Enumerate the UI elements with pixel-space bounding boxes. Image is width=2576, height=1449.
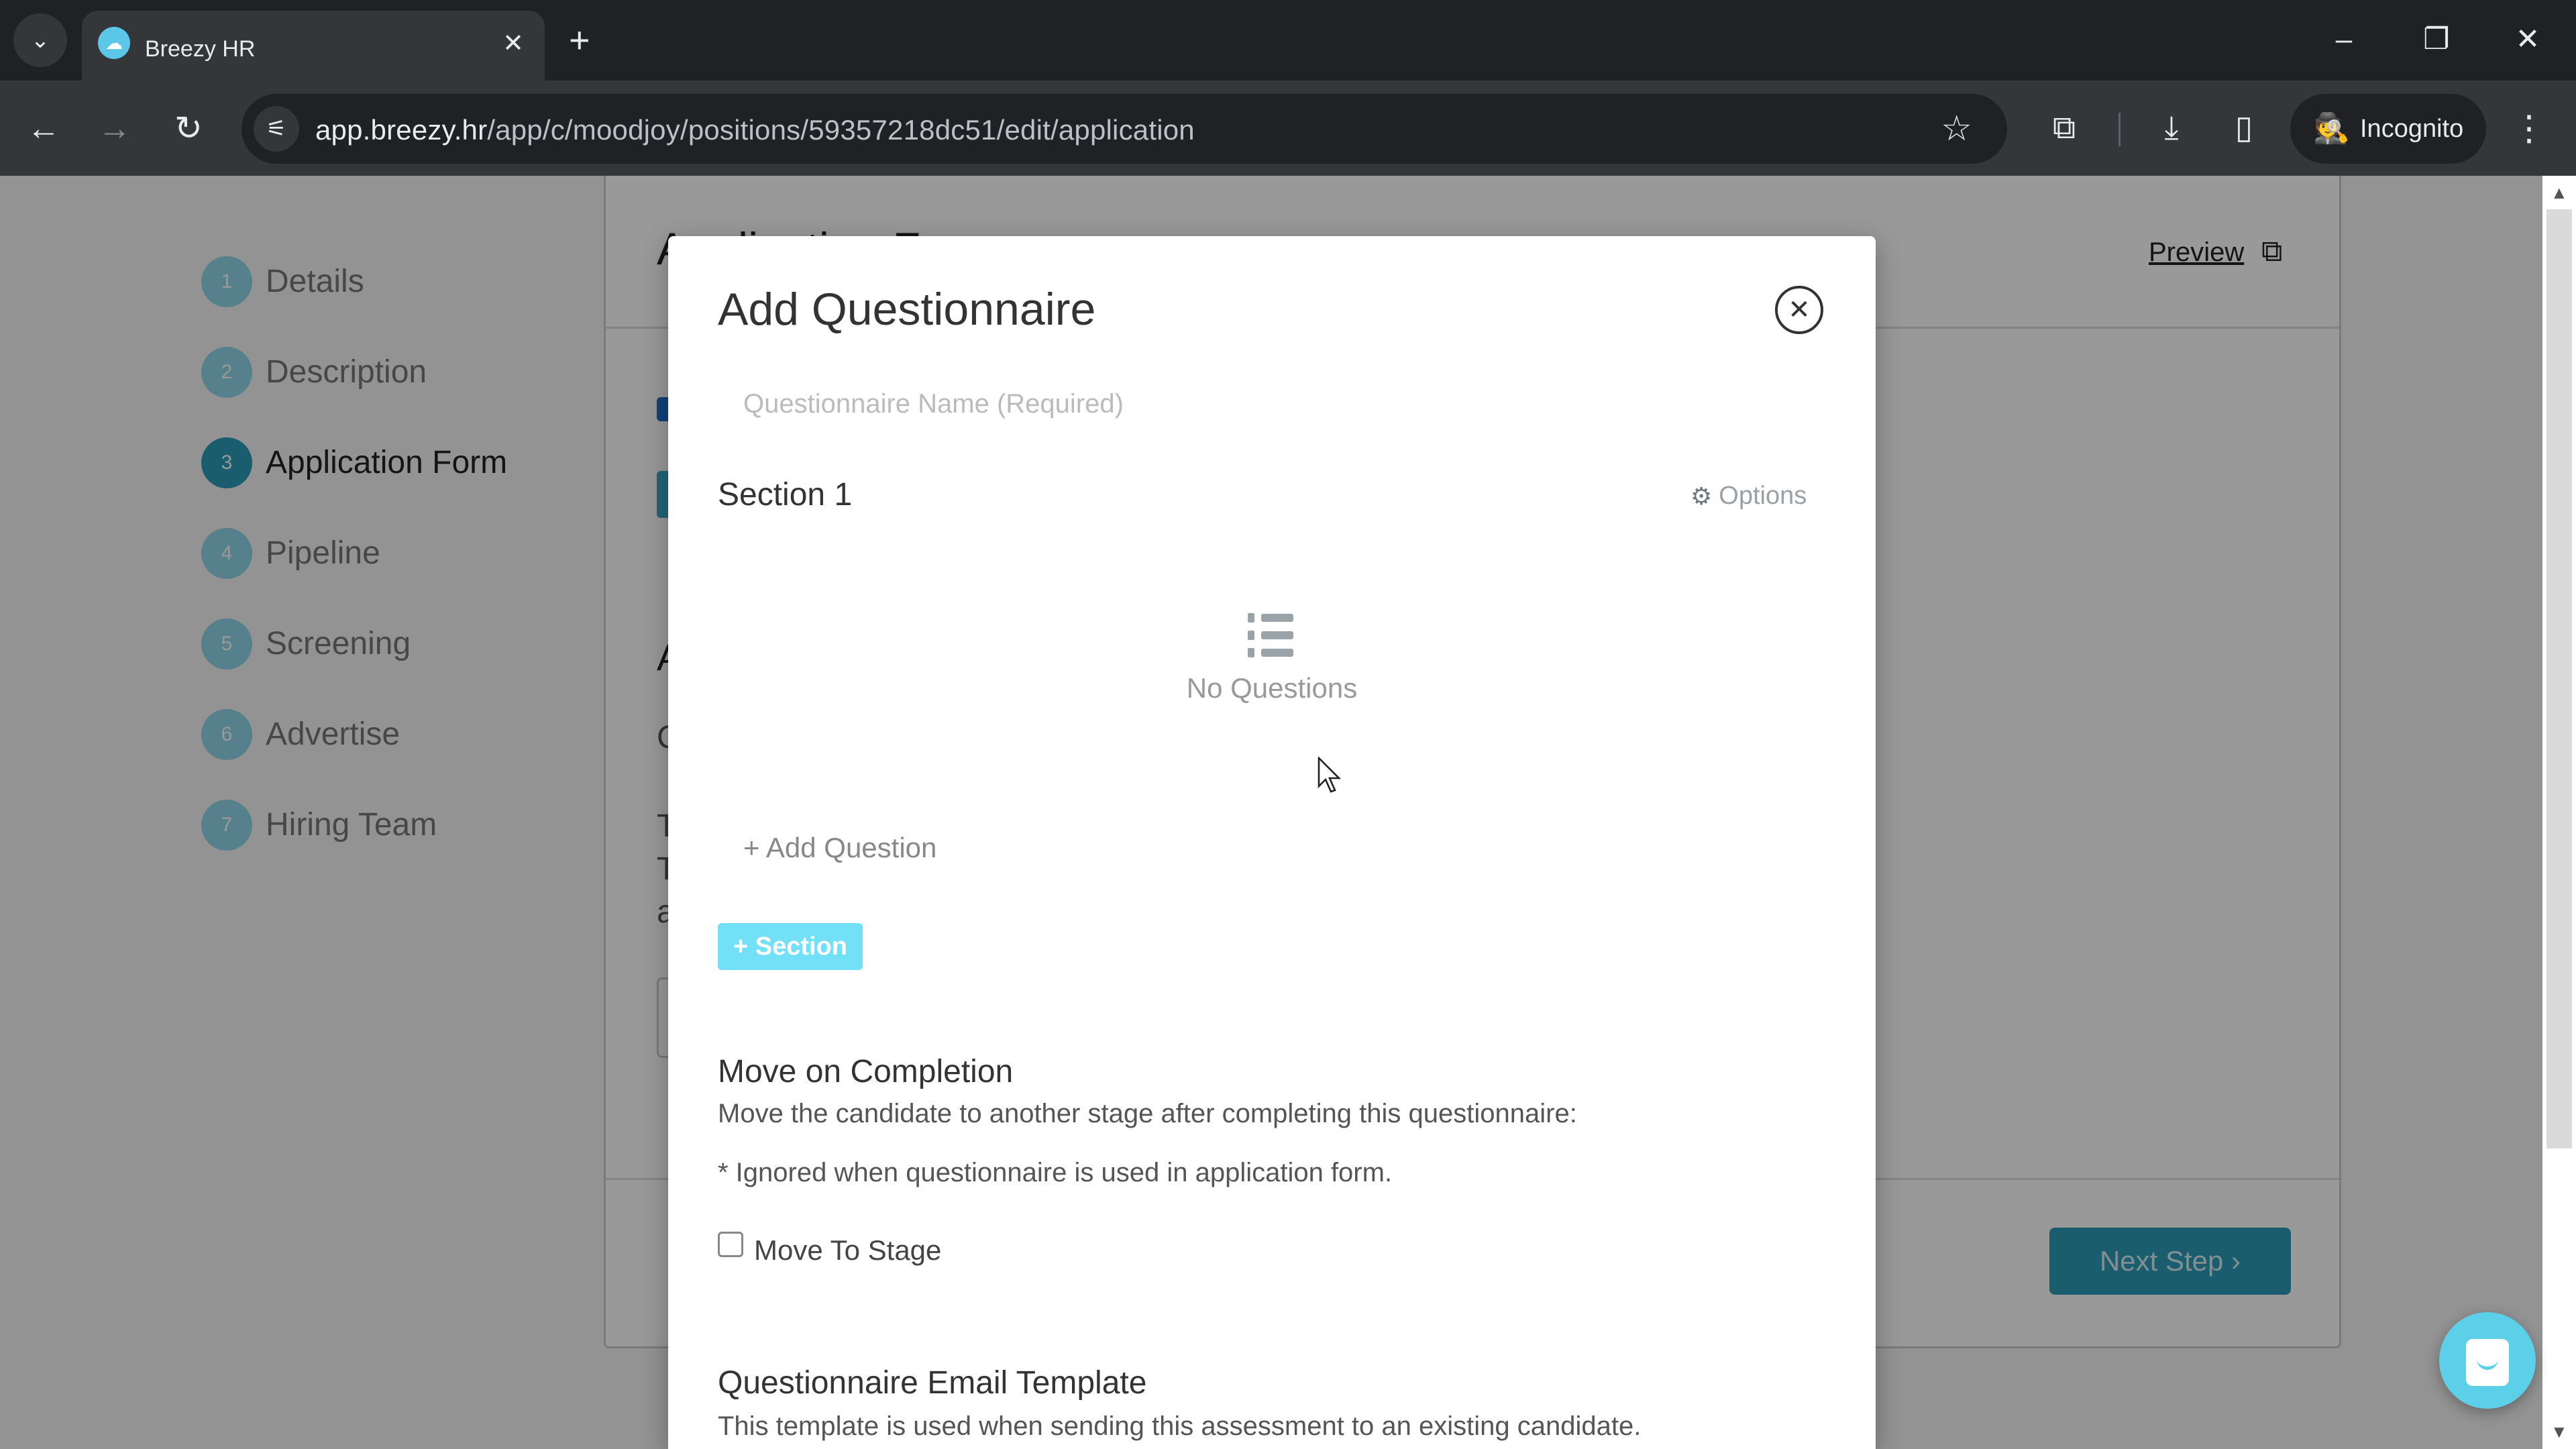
section-title: Section 1 (718, 477, 853, 513)
url-host: app.breezy.hr (315, 114, 488, 146)
incognito-icon: 🕵 (2313, 112, 2350, 145)
extensions-icon[interactable]: ⧉ (2041, 105, 2088, 152)
window-close-icon[interactable]: ✕ (2501, 16, 2555, 63)
new-tab-icon[interactable]: + (569, 20, 590, 60)
incognito-label: Incognito (2360, 115, 2464, 143)
modal-title: Add Questionnaire (718, 284, 1096, 335)
tab-title: Breezy HR (145, 36, 256, 62)
chat-bubble-icon (2466, 1339, 2509, 1386)
browser-menu-icon[interactable]: ⋮ (2509, 102, 2549, 156)
incognito-badge[interactable]: 🕵 Incognito (2290, 94, 2486, 164)
chat-widget-button[interactable] (2439, 1312, 2536, 1409)
browser-tab-bar: ⌄ ☁ Breezy HR ✕ + – ❐ ✕ (0, 0, 2576, 80)
move-on-completion-note: * Ignored when questionnaire is used in … (718, 1158, 1393, 1187)
scroll-down-arrow-icon[interactable]: ▼ (2551, 1421, 2568, 1442)
url-text[interactable]: app.breezy.hr/app/c/moodjoy/positions/59… (315, 114, 1195, 146)
download-icon[interactable]: ⤓ (2148, 105, 2195, 152)
move-to-stage-label[interactable]: Move To Stage (754, 1234, 941, 1267)
browser-toolbar: ← → ↻ ⚟ app.breezy.hr/app/c/moodjoy/posi… (0, 80, 2576, 176)
options-label: Options (1719, 482, 1807, 510)
browser-tab-active[interactable]: ☁ Breezy HR ✕ (82, 11, 545, 80)
tab-close-icon[interactable]: ✕ (498, 28, 529, 59)
list-icon (1248, 613, 1295, 657)
questionnaire-name-input[interactable] (718, 374, 1825, 434)
back-icon[interactable]: ← (20, 105, 67, 152)
add-question-link[interactable]: + Add Question (743, 832, 936, 864)
close-icon[interactable]: ✕ (1775, 286, 1823, 334)
forward-icon[interactable]: → (91, 105, 138, 152)
restore-icon[interactable]: ❐ (2410, 16, 2463, 63)
bookmark-star-icon[interactable]: ☆ (1941, 109, 1972, 149)
tab-search-button[interactable]: ⌄ (13, 13, 67, 67)
toolbar-divider (2118, 113, 2121, 146)
side-panel-icon[interactable]: ▯ (2220, 105, 2267, 152)
move-on-completion-description: Move the candidate to another stage afte… (718, 1099, 1577, 1128)
page-scrollbar[interactable]: ▲ ▼ (2542, 176, 2576, 1449)
mouse-cursor-icon (1318, 757, 1342, 793)
address-bar[interactable]: ⚟ app.breezy.hr/app/c/moodjoy/positions/… (241, 94, 2007, 164)
move-on-completion-heading: Move on Completion (718, 1054, 1014, 1089)
scroll-up-arrow-icon[interactable]: ▲ (2551, 182, 2568, 203)
add-section-button[interactable]: + Section (718, 923, 863, 970)
add-questionnaire-modal: Add Questionnaire ✕ Section 1 ⚙ Options … (668, 236, 1876, 1449)
scrollbar-thumb[interactable] (2546, 209, 2572, 1148)
email-template-description: This template is used when sending this … (718, 1411, 1642, 1441)
minimize-icon[interactable]: – (2317, 16, 2371, 63)
breezy-favicon-icon: ☁ (98, 27, 130, 59)
chevron-down-icon: ⌄ (30, 28, 50, 53)
move-to-stage-checkbox[interactable] (718, 1232, 743, 1257)
empty-state-text: No Questions (1186, 672, 1358, 704)
site-info-icon[interactable]: ⚟ (254, 106, 299, 152)
url-path: /app/c/moodjoy/positions/59357218dc51/ed… (487, 114, 1195, 146)
email-template-heading: Questionnaire Email Template (718, 1365, 1147, 1401)
section-options-button[interactable]: ⚙ Options (1690, 482, 1807, 511)
reload-icon[interactable]: ↻ (165, 105, 212, 152)
gear-icon: ⚙ (1690, 482, 1713, 510)
